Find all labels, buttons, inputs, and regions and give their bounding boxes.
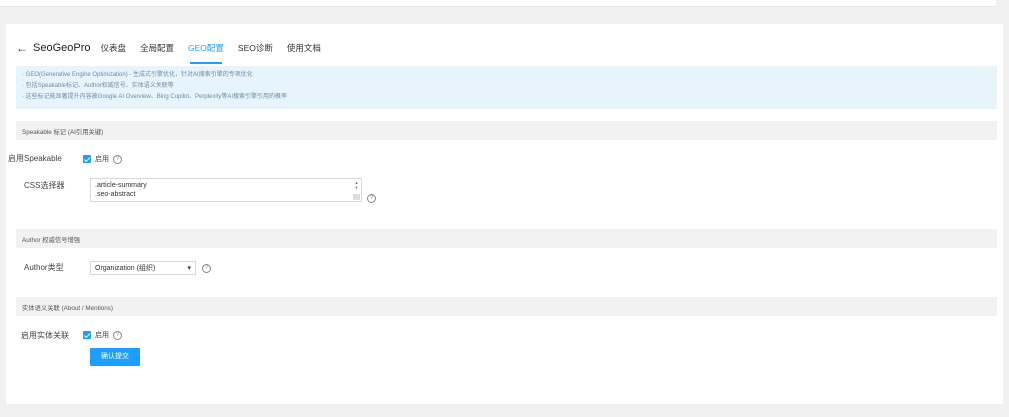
checkbox-checked-icon[interactable] (83, 331, 91, 339)
tab-docs[interactable]: 使用文档 (287, 40, 321, 56)
info-notice: · GEO(Generative Engine Optimization) - … (16, 66, 997, 109)
tab-global-config[interactable]: 全局配置 (140, 40, 174, 56)
enable-entity-label: 启用实体关联 (21, 331, 69, 340)
resize-handle-icon[interactable] (353, 194, 360, 200)
scroll-down-icon[interactable]: ▼ (353, 185, 360, 190)
notice-line: · 这些标记能显著提升内容被Google AI Overview、Bing Co… (22, 94, 288, 100)
tab-dashboard[interactable]: 仪表盘 (100, 40, 126, 56)
author-type-value: Organization (组织) (95, 265, 156, 272)
section-title: 实体语义关联 (About / Mentions) (22, 305, 113, 312)
chevron-down-icon: ▾ (187, 265, 191, 272)
tab-seo-diagnosis[interactable]: SEO诊断 (238, 40, 273, 56)
section-header-author: Author 权威信号增强 (16, 229, 997, 248)
section-header-entity: 实体语义关联 (About / Mentions) (16, 297, 997, 316)
section-header-speakable: Speakable 标记 (AI引用关键) (16, 121, 997, 140)
section-title: Author 权威信号增强 (22, 237, 81, 244)
enable-speakable-checkbox[interactable]: 启用 ? (83, 154, 122, 164)
tab-geo-config[interactable]: GEO配置 (188, 40, 224, 64)
main-panel: ← SeoGeoPro 仪表盘 全局配置 GEO配置 SEO诊断 使用文档 · … (6, 24, 1003, 404)
help-icon[interactable]: ? (113, 330, 122, 340)
css-selector-label: CSS选择器 (24, 181, 65, 190)
brand-title: SeoGeoPro (33, 42, 91, 54)
help-icon[interactable]: ? (367, 194, 376, 203)
help-icon[interactable]: ? (202, 264, 211, 273)
nav-bar: ← SeoGeoPro 仪表盘 全局配置 GEO配置 SEO诊断 使用文档 (16, 38, 335, 64)
notice-line: · 包括Speakable标记、Author权威信号、实体语义关联等 (22, 83, 174, 89)
css-selector-line: .article-summary (95, 182, 147, 189)
checkbox-label: 启用 (95, 156, 109, 163)
help-icon[interactable]: ? (113, 154, 122, 164)
enable-entity-checkbox[interactable]: 启用 ? (83, 330, 122, 340)
css-selector-textarea[interactable]: .article-summary .seo-abstract ▲ ▼ (90, 178, 362, 202)
author-type-select[interactable]: Organization (组织) ▾ (90, 261, 196, 275)
css-selector-line: .seo-abstract (95, 191, 136, 198)
back-arrow-icon[interactable]: ← (16, 40, 28, 56)
top-bar (0, 0, 996, 7)
author-type-label: Author类型 (24, 263, 64, 272)
section-title: Speakable 标记 (AI引用关键) (22, 129, 104, 136)
checkbox-checked-icon[interactable] (83, 155, 91, 163)
checkbox-label: 启用 (95, 332, 109, 339)
notice-line: · GEO(Generative Engine Optimization) - … (22, 72, 253, 78)
textarea-scrollbar[interactable]: ▲ ▼ (353, 180, 360, 200)
submit-button[interactable]: 确认提交 (90, 348, 140, 366)
enable-speakable-label: 启用Speakable (8, 154, 62, 163)
